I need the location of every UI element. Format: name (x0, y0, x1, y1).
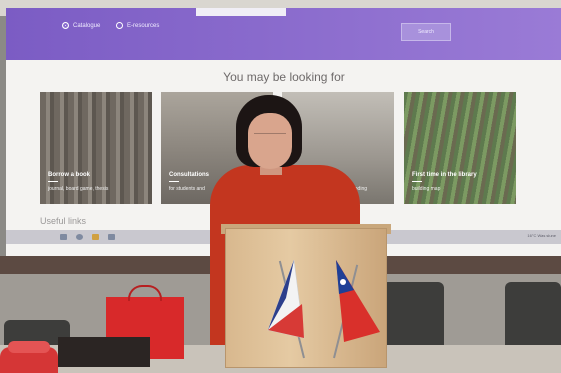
search-input[interactable] (196, 8, 286, 16)
gift-tray (58, 337, 150, 367)
start-icon[interactable] (60, 234, 67, 240)
card-borrow-book[interactable]: Borrow a book journal, board game, thesi… (40, 92, 152, 204)
radio-label: E-resources (127, 22, 160, 29)
taiwan-flag-icon (336, 260, 380, 342)
card-divider (48, 181, 58, 182)
card-subtitle: building map (412, 186, 441, 192)
czech-flag-icon (267, 259, 305, 339)
chair-right (505, 282, 561, 352)
card-divider (169, 181, 179, 182)
card-title: Borrow a book (48, 172, 91, 178)
radio-eresources[interactable]: E-resources (116, 22, 159, 29)
search-banner: Catalogue E-resources Search (6, 8, 561, 60)
radio-unselected-icon (116, 22, 123, 29)
system-tray: 16°C Was slune (527, 233, 556, 238)
presentation-scene: Catalogue E-resources Search You may be … (0, 0, 561, 373)
card-title: First time in the library (412, 172, 477, 178)
app-icon[interactable] (108, 234, 115, 240)
folder-icon[interactable] (92, 234, 99, 240)
chair-middle (382, 282, 444, 352)
card-first-time[interactable]: First time in the library building map (404, 92, 516, 204)
card-subtitle: journal, board game, thesis (48, 186, 109, 192)
browser-icon[interactable] (76, 234, 83, 240)
radio-catalogue[interactable]: Catalogue (62, 22, 100, 29)
section-heading: You may be looking for (223, 70, 345, 84)
gift-ribbon (8, 341, 50, 353)
glasses-icon (254, 133, 286, 142)
radio-selected-icon (62, 22, 69, 29)
section-heading-more: Useful links (40, 216, 87, 226)
radio-label: Catalogue (73, 22, 101, 29)
search-button[interactable]: Search (401, 23, 451, 41)
card-divider (412, 181, 422, 182)
